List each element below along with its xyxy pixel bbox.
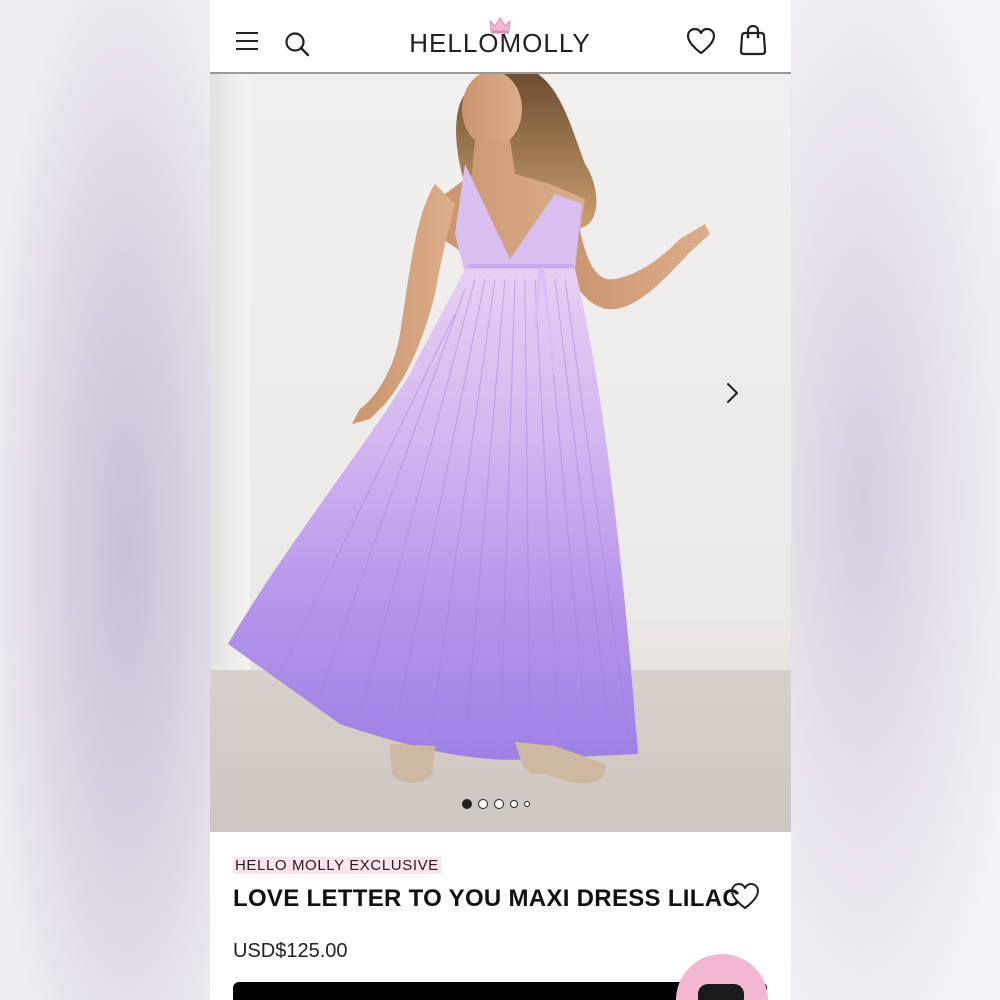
product-photo	[228, 74, 710, 784]
gallery-dot[interactable]	[524, 801, 530, 807]
gallery-dot[interactable]	[462, 799, 472, 809]
gallery-pagination	[462, 798, 530, 810]
product-image-gallery[interactable]	[210, 74, 791, 832]
chat-icon	[698, 984, 744, 1000]
chat-button[interactable]	[676, 954, 768, 1000]
shopping-bag-button[interactable]	[736, 22, 770, 58]
shopping-bag-icon	[739, 24, 767, 56]
menu-button[interactable]	[232, 26, 262, 56]
gallery-dot[interactable]	[478, 799, 488, 809]
next-image-button[interactable]	[718, 379, 746, 407]
brand-name: HELLOMOLLY	[409, 28, 591, 58]
background-blur-left	[0, 0, 210, 1000]
add-to-wishlist-button[interactable]	[730, 882, 764, 914]
heart-icon	[686, 27, 716, 55]
product-price: USD$125.00	[233, 940, 348, 962]
product-title: LOVE LETTER TO YOU MAXI DRESS LILAC	[233, 885, 740, 912]
search-button[interactable]	[282, 29, 312, 59]
chevron-right-icon	[727, 383, 738, 403]
gallery-dot[interactable]	[510, 800, 518, 808]
phone-screen: HELLOMOLLY HELLO MOLLY EXCLUSIVE LOVE LE…	[210, 0, 791, 1000]
brand-logo[interactable]: HELLOMOLLY	[370, 16, 630, 62]
menu-icon	[236, 32, 258, 50]
site-header: HELLOMOLLY	[210, 0, 791, 74]
heart-icon	[731, 883, 759, 909]
gallery-dot[interactable]	[494, 799, 504, 809]
product-eyebrow: HELLO MOLLY EXCLUSIVE	[233, 857, 441, 874]
wishlist-button[interactable]	[684, 24, 718, 58]
search-icon	[285, 32, 310, 57]
background-blur-right	[790, 0, 1000, 1000]
